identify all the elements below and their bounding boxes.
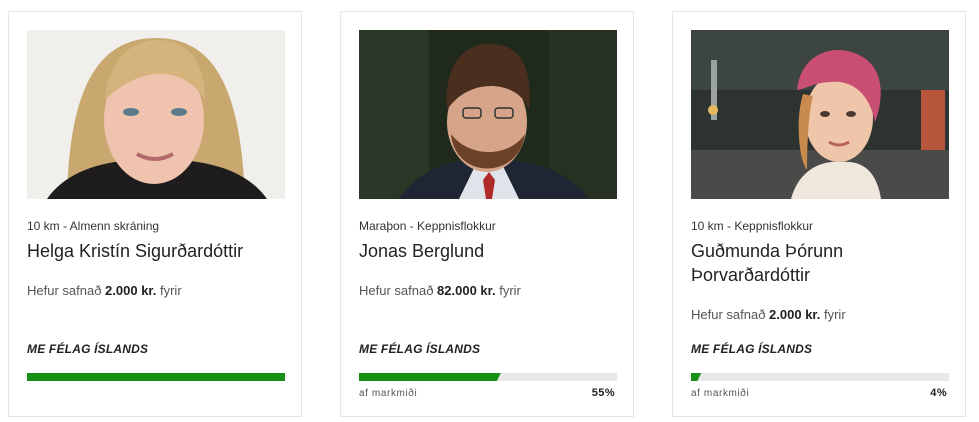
raised-amount: 82.000 kr.: [437, 283, 496, 298]
progress-bar: [27, 373, 285, 381]
raised-text: Hefur safnað 2.000 kr. fyrir: [27, 283, 182, 298]
runner-photo[interactable]: [27, 30, 285, 199]
goal-percent: 55%: [591, 387, 615, 399]
race-category: 10 km - Keppnisflokkur: [691, 219, 814, 233]
charity-name[interactable]: ME FÉLAG ÍSLANDS: [691, 342, 812, 356]
charity-name[interactable]: ME FÉLAG ÍSLANDS: [27, 342, 148, 356]
raised-suffix: fyrir: [820, 307, 846, 322]
runner-name[interactable]: Guðmunda Þórunn Þorvarðardóttir: [691, 239, 949, 287]
raised-amount: 2.000 kr.: [769, 307, 821, 322]
raised-amount: 2.000 kr.: [105, 283, 157, 298]
runner-name[interactable]: Jonas Berglund: [359, 239, 617, 263]
race-category: Maraþon - Keppnisflokkur: [359, 219, 496, 233]
runner-card-gudmunda[interactable]: 10 km - Keppnisflokkur Guðmunda Þórunn Þ…: [672, 11, 966, 417]
goal-label: af markmiði: [359, 388, 418, 399]
progress-fill: [359, 373, 501, 381]
goal-label: af markmiði: [691, 388, 750, 399]
runner-photo[interactable]: [359, 30, 617, 199]
runner-name[interactable]: Helga Kristín Sigurðardóttir: [27, 239, 285, 263]
raised-text: Hefur safnað 2.000 kr. fyrir: [691, 307, 846, 322]
raised-prefix: Hefur safnað: [359, 283, 438, 298]
progress-fill: [27, 373, 285, 381]
runner-card-jonas[interactable]: Maraþon - Keppnisflokkur Jonas Berglund …: [340, 11, 634, 417]
race-category: 10 km - Almenn skráning: [27, 219, 160, 233]
runner-photo[interactable]: [691, 30, 949, 199]
raised-prefix: Hefur safnað: [691, 307, 770, 322]
raised-suffix: fyrir: [156, 283, 182, 298]
raised-text: Hefur safnað 82.000 kr. fyrir: [359, 283, 521, 298]
runner-card-helga[interactable]: 10 km - Almenn skráning Helga Kristín Si…: [8, 11, 302, 417]
progress-bar: [359, 373, 617, 381]
progress-bar: [691, 373, 949, 381]
progress-fill: [691, 373, 701, 381]
charity-name[interactable]: ME FÉLAG ÍSLANDS: [359, 342, 480, 356]
goal-percent: 4%: [930, 387, 947, 399]
raised-prefix: Hefur safnað: [27, 283, 106, 298]
raised-suffix: fyrir: [495, 283, 521, 298]
